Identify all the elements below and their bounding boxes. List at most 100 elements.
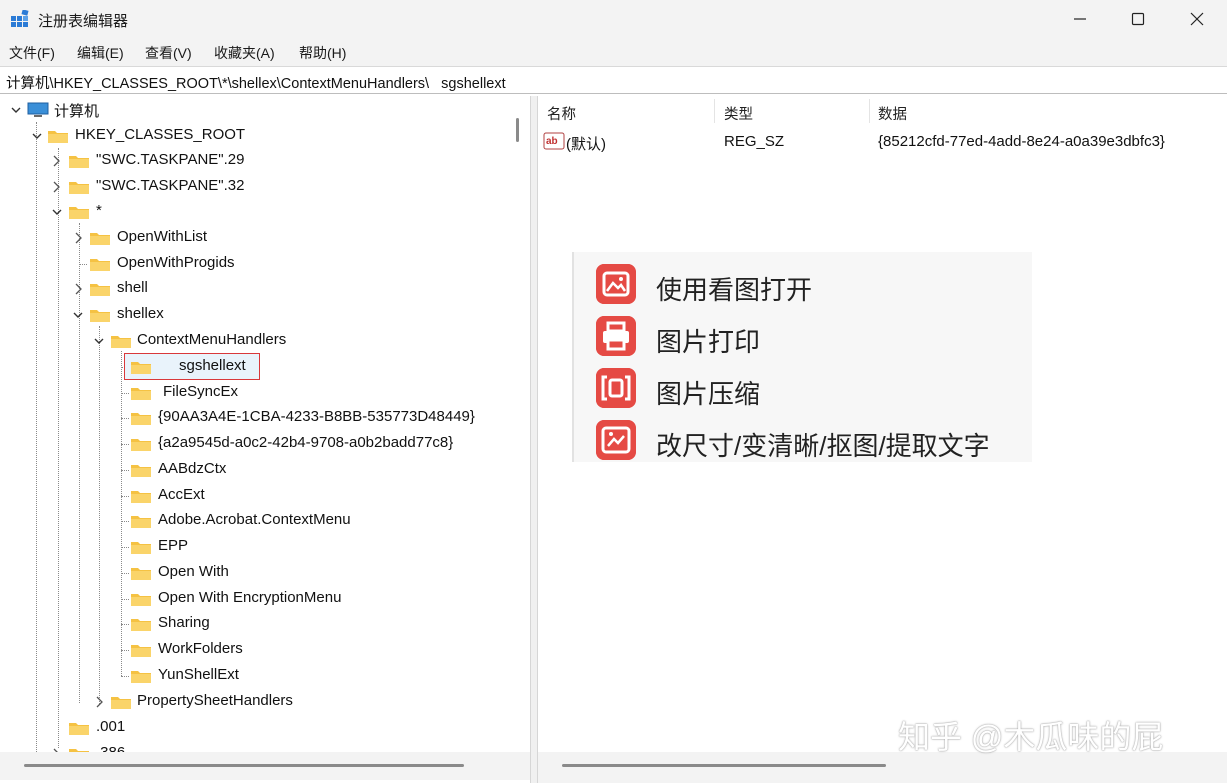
folder-icon (131, 568, 151, 580)
menu-view[interactable]: 查看(V) (145, 43, 192, 63)
context-item-label: 改尺寸/变清晰/抠图/提取文字 (656, 431, 990, 461)
address-bar[interactable]: 计算机\HKEY_CLASSES_ROOT\*\shellex\ContextM… (0, 66, 1227, 94)
tree-node-openwithlist[interactable]: OpenWithList (0, 226, 300, 250)
chevron-down-icon[interactable] (31, 128, 43, 144)
minimize-button[interactable] (1050, 0, 1110, 38)
tree-node-workfolders[interactable]: WorkFolders (0, 638, 300, 662)
folder-icon (69, 182, 89, 194)
registry-editor-window: 注册表编辑器 文件(F) 编辑(E) 查看(V) 收藏夹(A) 帮助(H) 计算… (0, 0, 1227, 783)
chevron-down-icon[interactable] (72, 307, 84, 323)
tree-label: Adobe.Acrobat.ContextMenu (158, 511, 351, 528)
tree-node-sgshellext[interactable]: sgshellext (0, 355, 260, 379)
tree-node-propertysheethandlers[interactable]: PropertySheetHandlers (0, 690, 340, 714)
window-title: 注册表编辑器 (38, 13, 129, 30)
column-header-type[interactable]: 类型 (724, 103, 753, 124)
tree-label: "SWC.TASKPANE".32 (96, 177, 245, 194)
maximize-button[interactable] (1108, 0, 1168, 38)
chevron-right-icon[interactable] (50, 179, 62, 195)
chevron-down-icon[interactable] (93, 333, 105, 349)
context-item-open-viewer[interactable]: 使用看图打开 (596, 260, 1026, 305)
folder-icon (131, 594, 151, 606)
context-item-compress[interactable]: 图片压缩 (596, 364, 1026, 409)
folder-icon (131, 465, 151, 477)
tree-node-guid-a2a9[interactable]: {a2a9545d-a0c2-42b4-9708-a0b2badd77c8} (0, 432, 510, 456)
folder-icon (90, 259, 110, 271)
maximize-icon (1131, 12, 1145, 26)
tree-node-openwith-encryption[interactable]: Open With EncryptionMenu (0, 587, 400, 611)
folder-icon (131, 491, 151, 503)
folder-icon (131, 516, 151, 528)
tree-node-openwithprogids[interactable]: OpenWithProgids (0, 252, 300, 276)
menu-favorites[interactable]: 收藏夹(A) (214, 43, 275, 63)
close-button[interactable] (1167, 0, 1227, 38)
tree-node-accext[interactable]: AccExt (0, 484, 300, 508)
chevron-right-icon[interactable] (72, 281, 84, 297)
chevron-down-icon[interactable] (51, 204, 63, 220)
tree-node-contextmenuhandlers[interactable]: ContextMenuHandlers (0, 329, 340, 353)
tree-label: shell (117, 279, 148, 296)
tree-label: YunShellExt (158, 666, 239, 683)
context-item-print[interactable]: 图片打印 (596, 312, 1026, 357)
tree-node-swc29[interactable]: "SWC.TASKPANE".29 (0, 149, 300, 173)
tree-label: OpenWithList (117, 228, 208, 245)
tree-node-shell[interactable]: shell (0, 277, 300, 301)
tree-label: sgshellext (179, 357, 246, 374)
tree-label: FileSyncEx (163, 383, 239, 400)
tree-hscroll-thumb[interactable] (24, 764, 464, 767)
close-icon (1190, 12, 1204, 26)
folder-icon (48, 131, 68, 143)
compress-icon (596, 368, 636, 408)
svg-text:ab: ab (546, 136, 558, 147)
tree-node-sharing[interactable]: Sharing (0, 612, 300, 636)
menu-edit[interactable]: 编辑(E) (77, 43, 124, 63)
tree-node-computer[interactable]: 计算机 (0, 98, 200, 122)
chevron-right-icon[interactable] (72, 230, 84, 246)
column-separator[interactable] (714, 99, 715, 123)
chevron-right-icon[interactable] (50, 153, 62, 169)
watermark: 知乎 @木瓜味的屁 (898, 719, 1164, 755)
tree-vertical-scrollbar[interactable] (510, 96, 530, 746)
column-header-name[interactable]: 名称 (547, 103, 576, 124)
tree-node-star[interactable]: * (0, 200, 200, 224)
tree-node-aabdzctx[interactable]: AABdzCtx (0, 458, 300, 482)
column-separator[interactable] (869, 99, 870, 123)
address-path[interactable]: 计算机\HKEY_CLASSES_ROOT\*\shellex\ContextM… (6, 72, 506, 93)
folder-icon (131, 388, 151, 400)
string-value-icon: ab (543, 132, 565, 150)
context-item-edit[interactable]: 改尺寸/变清晰/抠图/提取文字 (596, 416, 1026, 461)
folder-icon (131, 671, 151, 683)
folder-icon (90, 310, 110, 322)
values-hscroll-thumb[interactable] (562, 764, 886, 767)
tree-label: AABdzCtx (158, 460, 227, 477)
tree-label: AccExt (158, 486, 205, 503)
tree-node-yunshellext[interactable]: YunShellExt (0, 664, 300, 688)
tree-label: .001 (96, 718, 126, 735)
context-item-label: 图片压缩 (656, 379, 761, 409)
tree-label: 计算机 (54, 103, 100, 120)
tree-label: Open With EncryptionMenu (158, 589, 342, 606)
tree-node-hkcr[interactable]: HKEY_CLASSES_ROOT (0, 124, 300, 148)
chevron-down-icon[interactable] (10, 102, 22, 118)
folder-icon (69, 723, 89, 735)
tree-node-guid-90aa[interactable]: {90AA3A4E-1CBA-4233-B8BB-535773D48449} (0, 406, 510, 430)
tree-node-filesyncex[interactable]: FileSyncEx (0, 381, 300, 405)
tree-node-openwith[interactable]: Open With (0, 561, 300, 585)
menu-help[interactable]: 帮助(H) (299, 43, 346, 63)
tree-node-epp[interactable]: EPP (0, 535, 300, 559)
folder-icon (90, 233, 110, 245)
tree-node-swc32[interactable]: "SWC.TASKPANE".32 (0, 175, 300, 199)
menu-file[interactable]: 文件(F) (9, 43, 55, 63)
tree-node-adobe[interactable]: Adobe.Acrobat.ContextMenu (0, 509, 400, 533)
tree-label: WorkFolders (158, 640, 243, 657)
regedit-app-icon (11, 10, 29, 27)
tree-node-shellex[interactable]: shellex (0, 303, 300, 327)
pane-splitter[interactable] (530, 96, 538, 783)
menu-bar: 文件(F) 编辑(E) 查看(V) 收藏夹(A) 帮助(H) (0, 38, 1227, 66)
folder-icon (111, 336, 131, 348)
chevron-right-icon[interactable] (93, 694, 105, 710)
tree-label: {a2a9545d-a0c2-42b4-9708-a0b2badd77c8} (158, 434, 454, 451)
tree-scroll-thumb[interactable] (516, 118, 519, 142)
context-menu-preview: 使用看图打开 图片打印 图片压缩 改尺寸/变清晰/抠图/提取文字 (572, 252, 1032, 462)
column-header-data[interactable]: 数据 (878, 103, 907, 124)
tree-node-dot001[interactable]: .001 (0, 716, 200, 740)
